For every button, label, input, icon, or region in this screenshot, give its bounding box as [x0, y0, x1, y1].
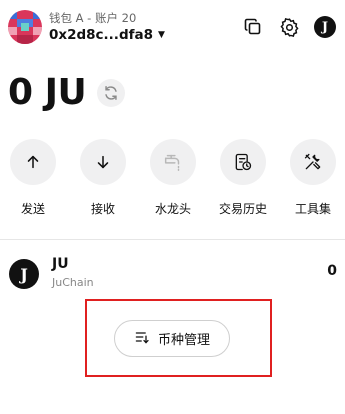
token-row[interactable]: J JU JuChain 0 [0, 252, 345, 294]
arrow-up-icon [10, 139, 56, 185]
gear-icon[interactable] [277, 15, 301, 39]
tools-label: 工具集 [294, 202, 331, 216]
transaction-history-button[interactable]: 交易历史 [213, 139, 273, 217]
token-amount: 0 [327, 263, 337, 279]
divider [0, 239, 345, 240]
wallet-account-name: 钱包 A - 账户 20 [49, 11, 137, 25]
token-symbol: JU [52, 256, 69, 272]
faucet-icon [150, 139, 196, 185]
faucet-button[interactable]: 水龙头 [143, 139, 203, 217]
send-button[interactable]: 发送 [3, 139, 63, 217]
tools-button[interactable]: 工具集 [283, 139, 343, 217]
total-balance: 0 JU [8, 72, 87, 113]
ju-logo-icon[interactable]: J [313, 15, 337, 39]
address-selector[interactable]: 0x2d8c...dfa8 ▼ [49, 27, 165, 43]
manage-tokens-label: 币种管理 [157, 333, 210, 348]
wallet-address: 0x2d8c...dfa8 [49, 27, 153, 43]
quick-actions: 发送 接收 水龙头 交易历史 工具集 [0, 139, 345, 219]
caret-down-icon: ▼ [157, 30, 165, 40]
arrow-down-icon [80, 139, 126, 185]
copy-icon[interactable] [241, 15, 265, 39]
account-avatar[interactable] [8, 10, 42, 44]
receive-label: 接收 [90, 202, 115, 216]
list-filter-icon [134, 329, 150, 349]
receive-button[interactable]: 接收 [73, 139, 133, 217]
token-logo: J [9, 259, 39, 289]
faucet-label: 水龙头 [154, 202, 191, 216]
token-chain: JuChain [52, 276, 94, 289]
manage-tokens-button[interactable]: 币种管理 [114, 320, 230, 357]
history-label: 交易历史 [218, 202, 267, 216]
refresh-icon[interactable] [97, 79, 125, 107]
send-label: 发送 [20, 202, 45, 216]
history-icon [220, 139, 266, 185]
tools-icon [290, 139, 336, 185]
wallet-header: 钱包 A - 账户 20 0x2d8c...dfa8 ▼ J [0, 0, 345, 56]
